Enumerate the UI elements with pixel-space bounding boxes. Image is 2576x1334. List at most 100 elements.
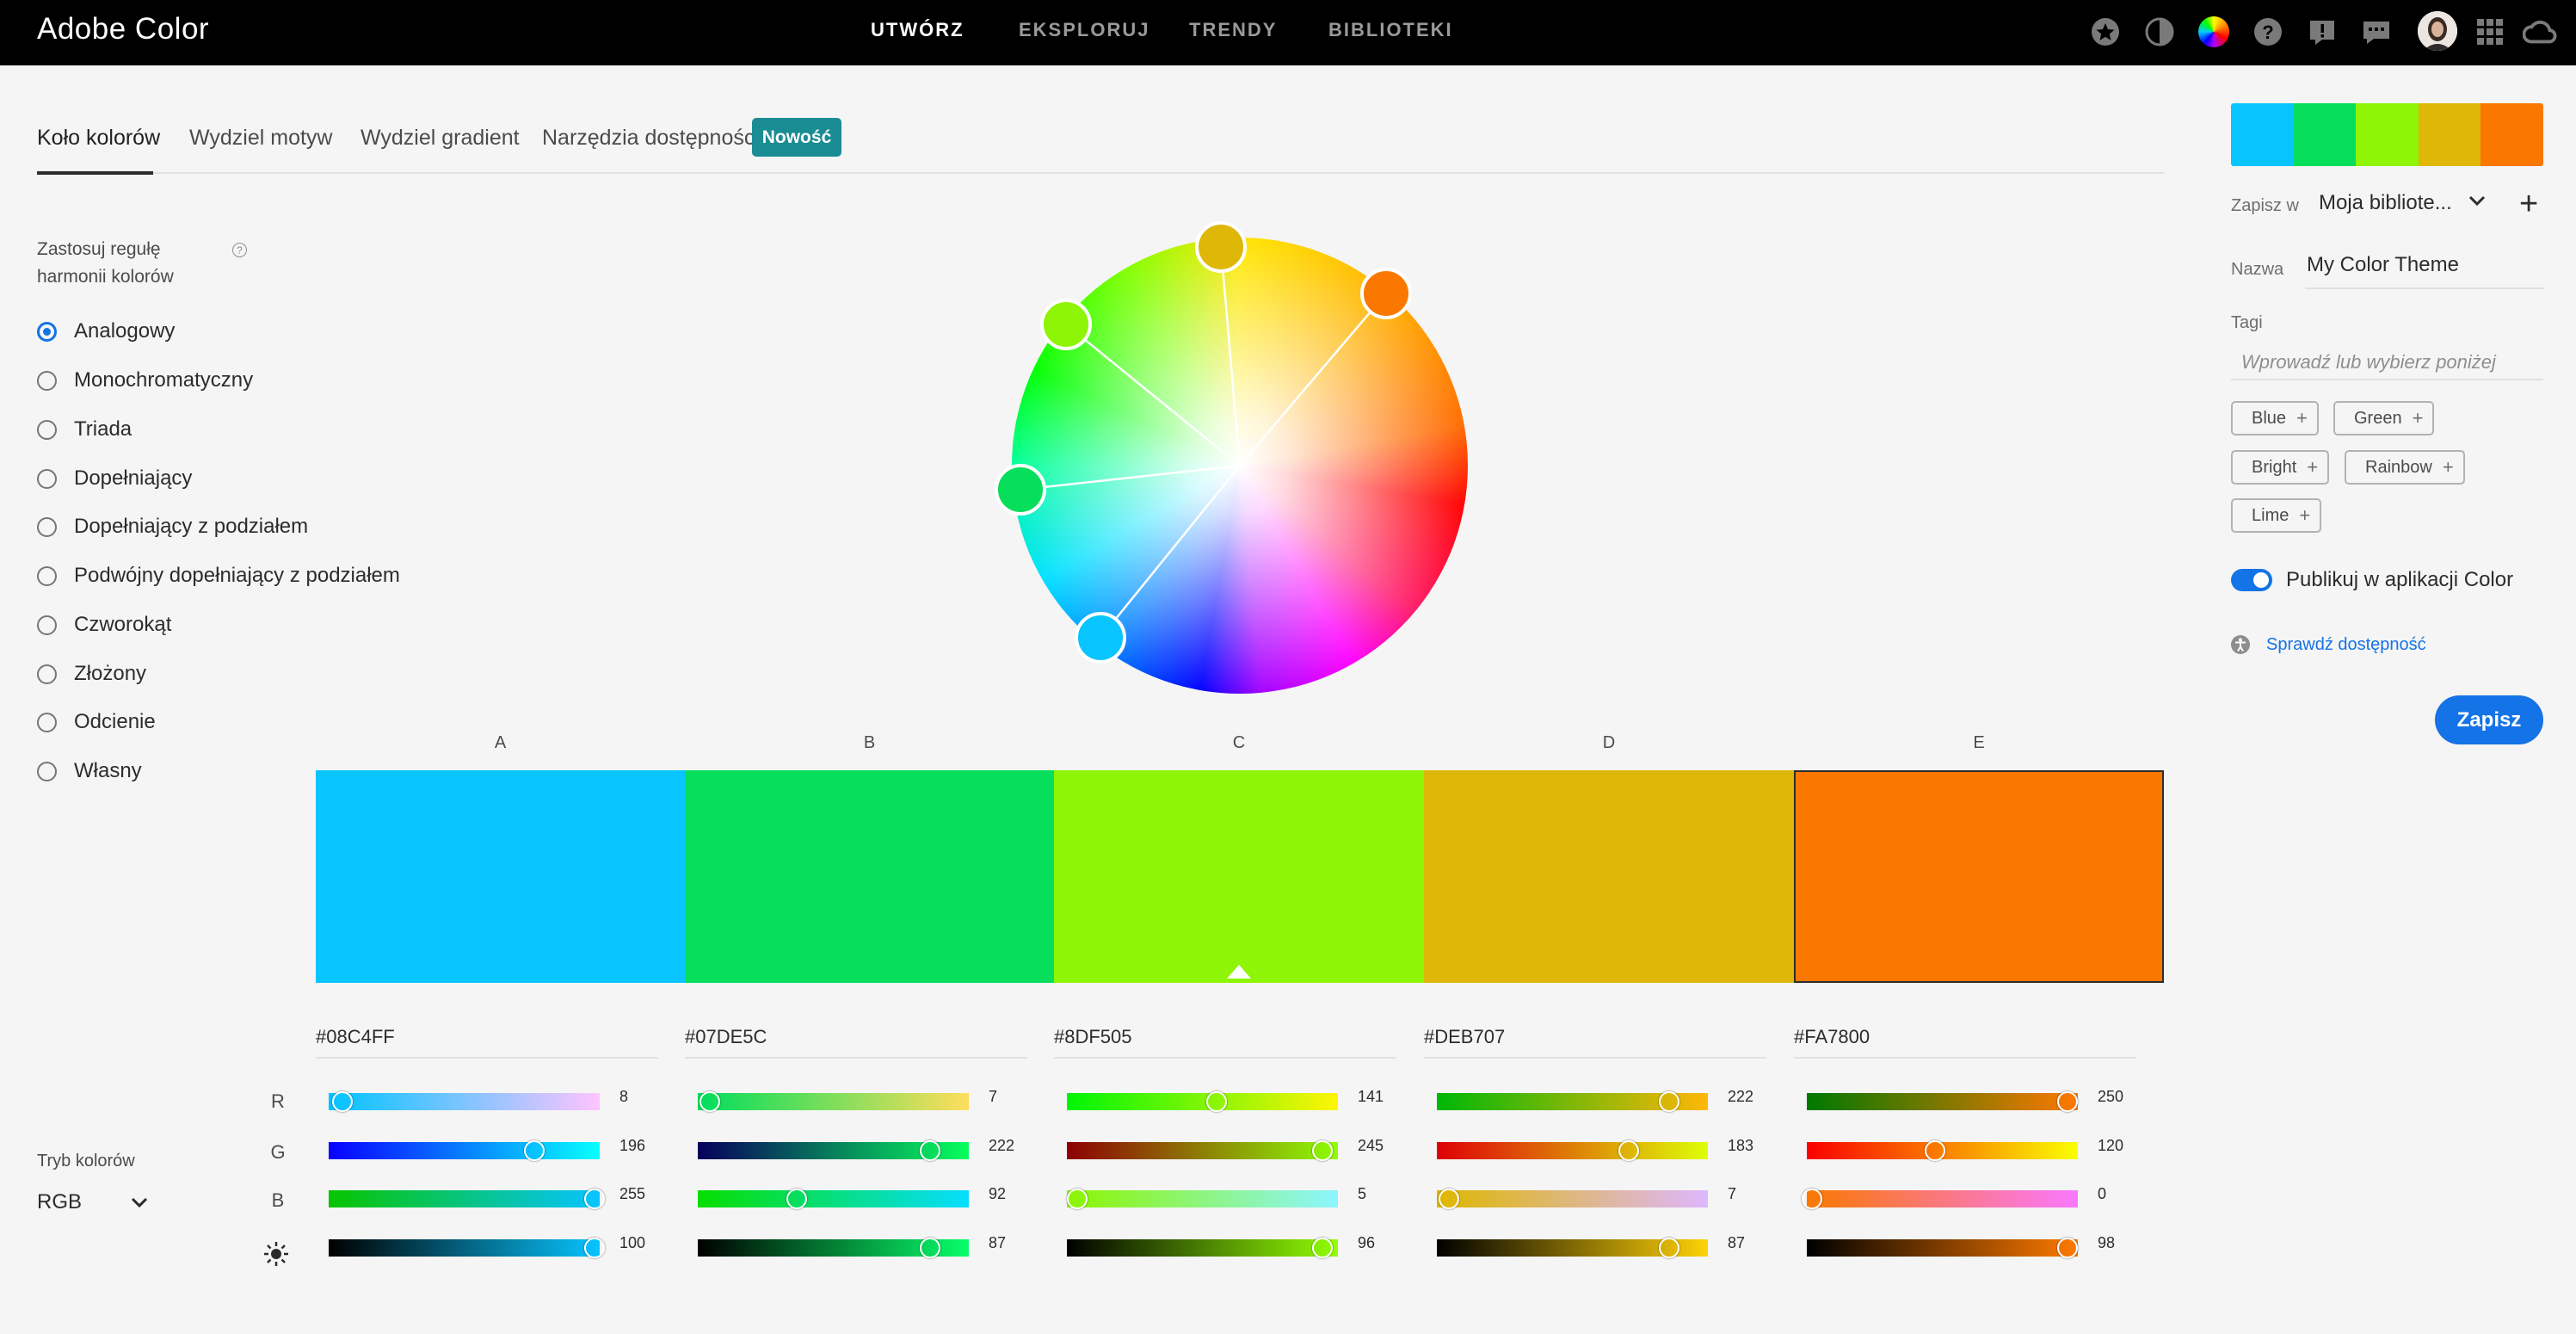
slider-handle[interactable] bbox=[1802, 1189, 1822, 1209]
tag-chip[interactable]: Rainbow + bbox=[2345, 450, 2465, 485]
slider-handle[interactable] bbox=[1311, 1238, 1333, 1258]
slider-value[interactable]: 7 bbox=[989, 1088, 997, 1106]
star-icon[interactable] bbox=[2088, 15, 2123, 49]
slider-r[interactable] bbox=[329, 1093, 600, 1110]
tab-extract-theme[interactable]: Wydziel motyw bbox=[189, 126, 332, 151]
slider-value[interactable]: 92 bbox=[989, 1185, 1006, 1203]
tab-color-wheel[interactable]: Koło kolorów bbox=[37, 126, 160, 151]
slider-r[interactable] bbox=[1067, 1093, 1338, 1110]
slider-b[interactable] bbox=[1067, 1190, 1338, 1207]
slider-value[interactable]: 8 bbox=[619, 1088, 628, 1106]
nav-libraries[interactable]: BIBLIOTEKI bbox=[1328, 19, 1453, 41]
slider-value[interactable]: 255 bbox=[619, 1185, 645, 1203]
slider-handle[interactable] bbox=[331, 1091, 353, 1112]
radio-button[interactable] bbox=[37, 321, 57, 342]
slider-g[interactable] bbox=[1437, 1142, 1708, 1159]
slider-handle[interactable] bbox=[1924, 1140, 1945, 1161]
color-swatch-a[interactable] bbox=[316, 770, 685, 983]
hex-field[interactable]: #FA7800 bbox=[1794, 1026, 2136, 1059]
chevron-down-icon[interactable] bbox=[2468, 195, 2487, 211]
slider-handle[interactable] bbox=[919, 1238, 940, 1258]
slider-br[interactable] bbox=[1067, 1239, 1338, 1257]
slider-value[interactable]: 98 bbox=[2098, 1234, 2115, 1252]
slider-b[interactable] bbox=[329, 1190, 600, 1207]
radio-button[interactable] bbox=[37, 615, 57, 635]
slider-value[interactable]: 87 bbox=[989, 1234, 1006, 1252]
harmony-option-8[interactable]: Złożony bbox=[37, 657, 553, 691]
radio-button[interactable] bbox=[37, 468, 57, 489]
harmony-option-3[interactable]: Triada bbox=[37, 412, 553, 447]
radio-button[interactable] bbox=[37, 516, 57, 537]
slider-br[interactable] bbox=[1807, 1239, 2078, 1257]
color-swatch-b[interactable] bbox=[685, 770, 1054, 983]
nav-explore[interactable]: EKSPLORUJ bbox=[1019, 19, 1149, 41]
slider-value[interactable]: 222 bbox=[989, 1137, 1014, 1155]
radio-button[interactable] bbox=[37, 761, 57, 781]
slider-handle[interactable] bbox=[2057, 1091, 2079, 1112]
slider-value[interactable]: 141 bbox=[1358, 1088, 1384, 1106]
wheel-handle-d[interactable] bbox=[1195, 221, 1247, 273]
wheel-handle-a[interactable] bbox=[1075, 612, 1126, 664]
nav-trends[interactable]: TRENDY bbox=[1189, 19, 1277, 41]
harmony-option-6[interactable]: Podwójny dopełniający z podziałem bbox=[37, 559, 553, 593]
radio-button[interactable] bbox=[37, 664, 57, 684]
add-tag-icon[interactable]: + bbox=[2413, 407, 2424, 429]
add-tag-icon[interactable]: + bbox=[2296, 407, 2308, 429]
wheel-handle-c[interactable] bbox=[1040, 299, 1092, 350]
slider-value[interactable]: 120 bbox=[2098, 1137, 2123, 1155]
color-mode-select[interactable]: RGB bbox=[37, 1188, 149, 1217]
slider-handle[interactable] bbox=[919, 1140, 940, 1161]
slider-value[interactable]: 87 bbox=[1728, 1234, 1745, 1252]
apps-grid-icon[interactable] bbox=[2473, 15, 2507, 49]
slider-g[interactable] bbox=[1067, 1142, 1338, 1159]
slider-value[interactable]: 0 bbox=[2098, 1185, 2106, 1203]
save-button[interactable]: Zapisz bbox=[2435, 695, 2543, 744]
slider-value[interactable]: 250 bbox=[2098, 1088, 2123, 1106]
add-library-icon[interactable]: + bbox=[2519, 186, 2538, 223]
avatar[interactable] bbox=[2418, 11, 2457, 51]
tag-chip[interactable]: Bright + bbox=[2231, 450, 2330, 485]
check-accessibility-link[interactable]: Sprawdź dostępność bbox=[2266, 635, 2426, 655]
harmony-option-1[interactable]: Analogowy bbox=[37, 314, 553, 349]
slider-handle[interactable] bbox=[523, 1140, 545, 1161]
slider-r[interactable] bbox=[1807, 1093, 2078, 1110]
color-wheel-handles[interactable] bbox=[989, 215, 1490, 716]
slider-value[interactable]: 222 bbox=[1728, 1088, 1753, 1106]
radio-button[interactable] bbox=[37, 370, 57, 391]
slider-b[interactable] bbox=[698, 1190, 969, 1207]
harmony-option-2[interactable]: Monochromatyczny bbox=[37, 363, 553, 398]
contrast-icon[interactable] bbox=[2142, 15, 2177, 49]
theme-name-field[interactable]: My Color Theme bbox=[2305, 253, 2544, 289]
slider-value[interactable]: 100 bbox=[619, 1234, 645, 1252]
tags-input[interactable]: Wprowadź lub wybierz poniżej bbox=[2231, 344, 2543, 380]
radio-button[interactable] bbox=[37, 565, 57, 586]
slider-handle[interactable] bbox=[1658, 1091, 1679, 1112]
tag-chip[interactable]: Lime + bbox=[2231, 498, 2322, 533]
slider-value[interactable]: 7 bbox=[1728, 1185, 1736, 1203]
nav-create[interactable]: UTWÓRZ bbox=[871, 19, 964, 41]
add-tag-icon[interactable]: + bbox=[2443, 456, 2454, 479]
slider-value[interactable]: 96 bbox=[1358, 1234, 1375, 1252]
harmony-option-7[interactable]: Czworokąt bbox=[37, 608, 553, 642]
publish-toggle[interactable] bbox=[2231, 569, 2272, 591]
app-title[interactable]: Adobe Color bbox=[37, 12, 209, 46]
slider-value[interactable]: 5 bbox=[1358, 1185, 1366, 1203]
tag-chip[interactable]: Green + bbox=[2333, 401, 2435, 435]
slider-handle[interactable] bbox=[584, 1189, 605, 1209]
slider-value[interactable]: 196 bbox=[619, 1137, 645, 1155]
slider-handle[interactable] bbox=[1658, 1238, 1679, 1258]
hex-field[interactable]: #08C4FF bbox=[316, 1026, 658, 1059]
slider-b[interactable] bbox=[1437, 1190, 1708, 1207]
slider-handle[interactable] bbox=[1205, 1091, 1227, 1112]
slider-handle[interactable] bbox=[1312, 1140, 1334, 1161]
feedback-icon[interactable] bbox=[2305, 15, 2339, 49]
slider-br[interactable] bbox=[329, 1239, 600, 1257]
color-wheel-icon[interactable] bbox=[2197, 15, 2231, 49]
hex-field[interactable]: #07DE5C bbox=[685, 1026, 1027, 1059]
slider-handle[interactable] bbox=[584, 1238, 605, 1258]
creative-cloud-icon[interactable] bbox=[2523, 15, 2557, 49]
slider-handle[interactable] bbox=[1066, 1189, 1088, 1209]
harmony-option-4[interactable]: Dopełniający bbox=[37, 461, 553, 496]
chat-icon[interactable] bbox=[2359, 15, 2394, 49]
harmony-option-5[interactable]: Dopełniający z podziałem bbox=[37, 510, 553, 544]
